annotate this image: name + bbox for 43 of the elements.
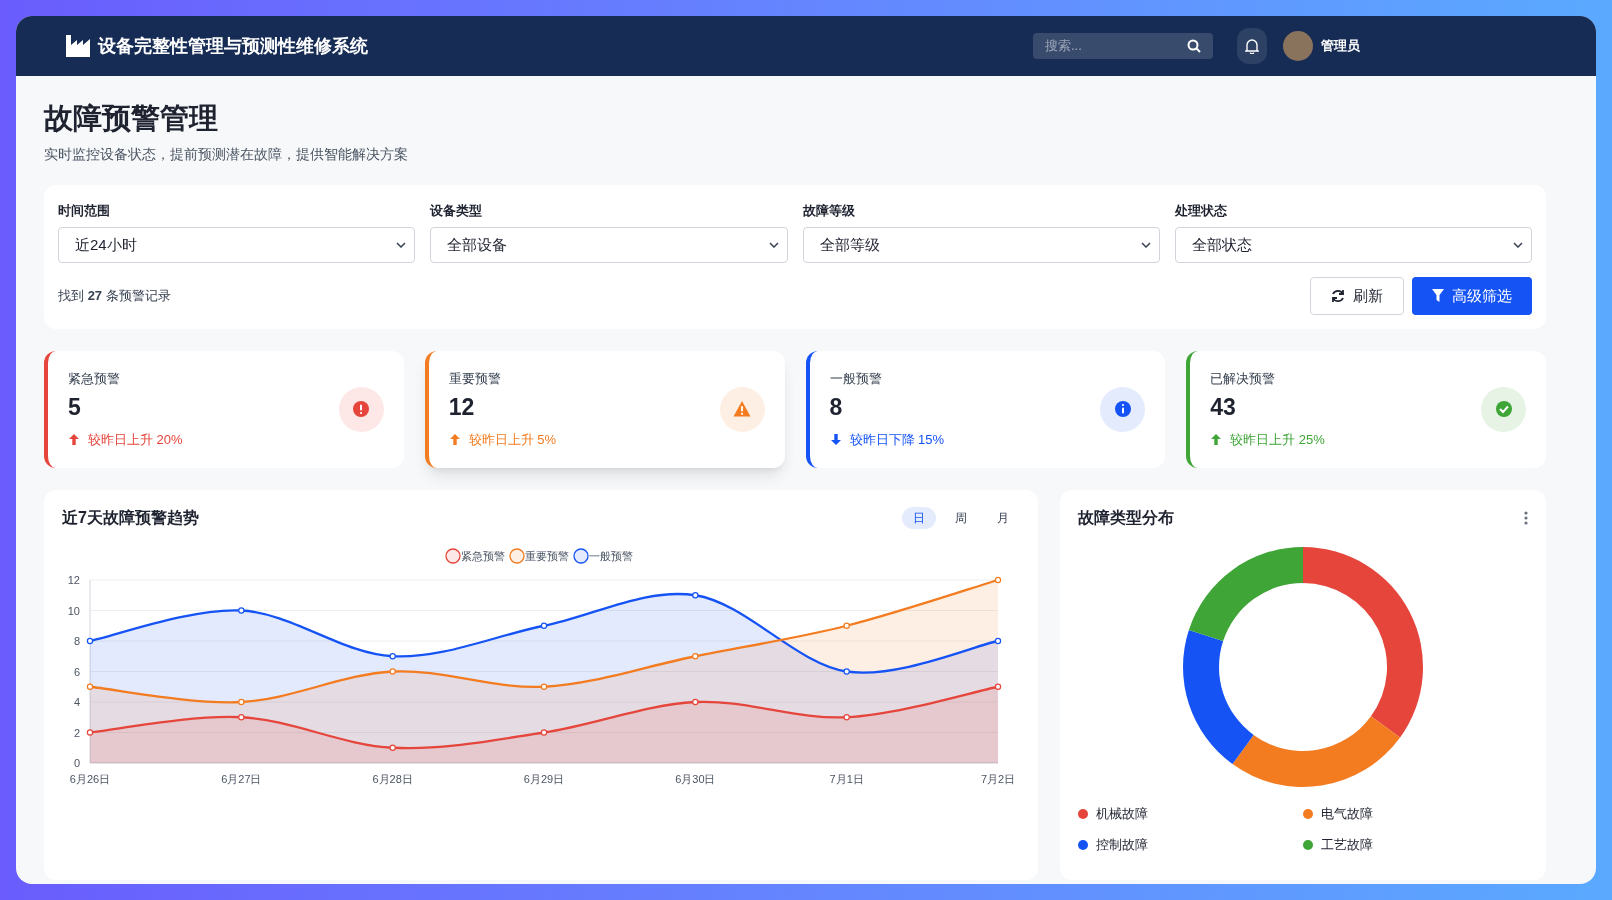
- legend-label: 一般预警: [589, 549, 633, 562]
- y-tick-label: 2: [73, 726, 80, 739]
- y-tick-label: 8: [73, 634, 80, 647]
- filter-label: 处理状态: [1174, 202, 1228, 221]
- card-title: 近7天故障预警趋势: [62, 507, 200, 528]
- x-tick-label: 6月28日: [372, 772, 413, 785]
- y-tick-label: 4: [73, 695, 80, 708]
- page-title: 故障预警管理: [44, 101, 219, 136]
- stat-value: 12: [448, 392, 476, 422]
- stat-label: 一般预警: [829, 370, 883, 389]
- y-tick-label: 12: [67, 573, 80, 586]
- result-count: 找到 27 条预警记录: [58, 287, 172, 305]
- page-subtitle: 实时监控设备状态，提前预测潜在故障，提供智能解决方案: [44, 145, 409, 165]
- legend-label: 重要预警: [525, 549, 569, 562]
- y-tick-label: 0: [73, 756, 80, 769]
- x-tick-label: 7月2日: [980, 772, 1016, 785]
- stat-change: 较昨日上升 5%: [468, 430, 557, 449]
- stat-change: 较昨日上升 25%: [1230, 430, 1325, 449]
- stat-value: 8: [829, 392, 844, 422]
- x-tick-label: 6月29日: [523, 772, 565, 785]
- x-tick-label: 6月27日: [221, 772, 262, 785]
- stat-label: 紧急预警: [68, 370, 121, 389]
- legend-label: 机械故障: [1096, 804, 1148, 823]
- stat-label: 重要预警: [448, 370, 502, 389]
- legend-label: 电气故障: [1321, 804, 1373, 823]
- stat-change: 较昨日下降 15%: [849, 430, 945, 449]
- stat-label: 已解决预警: [1210, 370, 1277, 389]
- card-title: 故障类型分布: [1078, 507, 1175, 528]
- stat-value: 43: [1210, 392, 1237, 422]
- x-tick-label: 6月30日: [675, 772, 716, 785]
- app-title: 设备完整性管理与预测性维修系统: [98, 34, 368, 58]
- x-tick-label: 7月1日: [829, 772, 864, 785]
- filter-label: 故障等级: [802, 202, 856, 221]
- y-tick-label: 6: [73, 665, 80, 678]
- y-tick-label: 10: [67, 604, 80, 617]
- legend-label: 工艺故障: [1321, 836, 1373, 855]
- stat-change: 较昨日上升 20%: [88, 430, 183, 449]
- filter-label: 时间范围: [58, 202, 111, 221]
- filter-label: 设备类型: [430, 202, 484, 221]
- x-tick-label: 6月26日: [69, 772, 111, 785]
- legend-label: 控制故障: [1096, 836, 1148, 855]
- stat-value: 5: [68, 392, 82, 422]
- legend-label: 紧急预警: [461, 549, 505, 562]
